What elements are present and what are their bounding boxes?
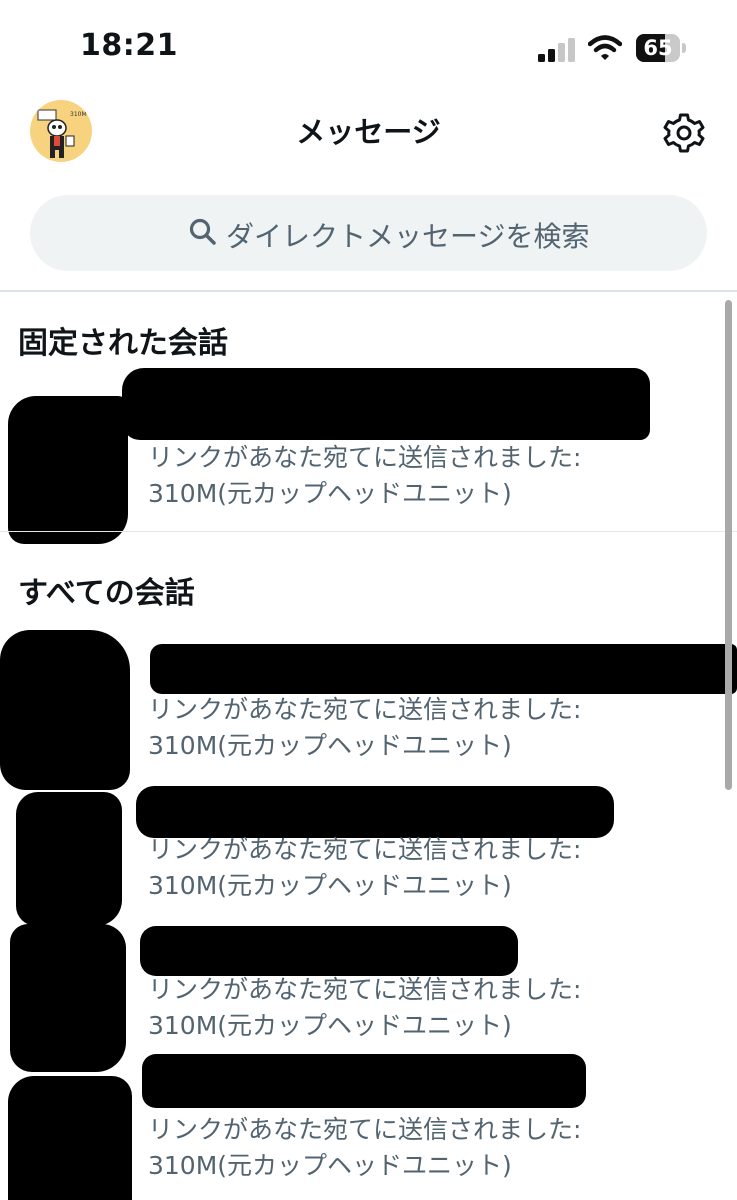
redacted-avatar xyxy=(8,1076,132,1200)
all-section-title: すべての会話 xyxy=(18,576,195,611)
message-preview: 310M(元カップヘッドユニット) xyxy=(148,731,512,760)
redacted-avatar xyxy=(0,630,130,790)
search-input[interactable]: ダイレクトメッセージを検索 xyxy=(30,195,707,271)
redacted-name xyxy=(122,368,650,440)
message-preview: 310M(元カップヘッドユニット) xyxy=(148,1151,512,1180)
page-title: メッセージ xyxy=(296,115,441,149)
message-preview: リンクがあなた宛てに送信されました: xyxy=(148,695,582,724)
redacted-avatar xyxy=(8,396,128,544)
message-preview: リンクがあなた宛てに送信されました: xyxy=(148,1115,582,1144)
search-icon xyxy=(189,218,216,245)
battery-icon: 65 xyxy=(636,34,686,62)
message-preview: 310M(元カップヘッドユニット) xyxy=(148,1011,512,1040)
redacted-avatar xyxy=(16,792,122,926)
status-time: 18:21 xyxy=(80,28,178,63)
wifi-icon xyxy=(588,35,622,60)
cellular-signal-icon xyxy=(538,38,575,62)
conversation-item[interactable]: リンクがあなた宛てに送信されました: 310M(元カップヘッドユニット) xyxy=(0,782,737,926)
battery-cap xyxy=(682,43,686,53)
conversation-item[interactable]: リンクがあなた宛てに送信されました: 310M(元カップヘッドユニット) xyxy=(0,922,737,1072)
header-divider xyxy=(0,290,737,292)
message-preview: リンクがあなた宛てに送信されました: xyxy=(148,835,582,864)
redacted-avatar xyxy=(10,924,126,1072)
pinned-section-title: 固定された会話 xyxy=(18,326,228,361)
message-preview: 310M(元カップヘッドユニット) xyxy=(148,871,512,900)
redacted-name xyxy=(136,786,614,838)
status-bar: 18:21 65 xyxy=(0,0,737,95)
battery-body: 65 xyxy=(636,34,680,62)
conversation-item[interactable]: リンクがあなた宛てに送信されました: 310M(元カップヘッドユニット) xyxy=(0,630,737,790)
redacted-name xyxy=(140,926,518,976)
scrollbar[interactable] xyxy=(725,300,732,790)
redacted-name xyxy=(142,1054,586,1108)
message-preview: 310M(元カップヘッドユニット) xyxy=(148,479,512,508)
gear-icon[interactable] xyxy=(662,111,706,155)
search-placeholder: ダイレクトメッセージを検索 xyxy=(226,220,590,253)
conversation-item[interactable]: リンクがあなた宛てに送信されました: 310M(元カップヘッドユニット) xyxy=(0,1054,737,1200)
message-preview: リンクがあなた宛てに送信されました: xyxy=(148,443,582,472)
section-divider xyxy=(0,531,737,532)
pinned-conversation-item[interactable]: リンクがあなた宛てに送信されました: 310M(元カップヘッドユニット) xyxy=(0,360,737,544)
battery-level: 65 xyxy=(643,36,673,60)
message-preview: リンクがあなた宛てに送信されました: xyxy=(148,975,582,1004)
header: 310M メッセージ xyxy=(0,95,737,175)
redacted-name xyxy=(150,644,737,694)
